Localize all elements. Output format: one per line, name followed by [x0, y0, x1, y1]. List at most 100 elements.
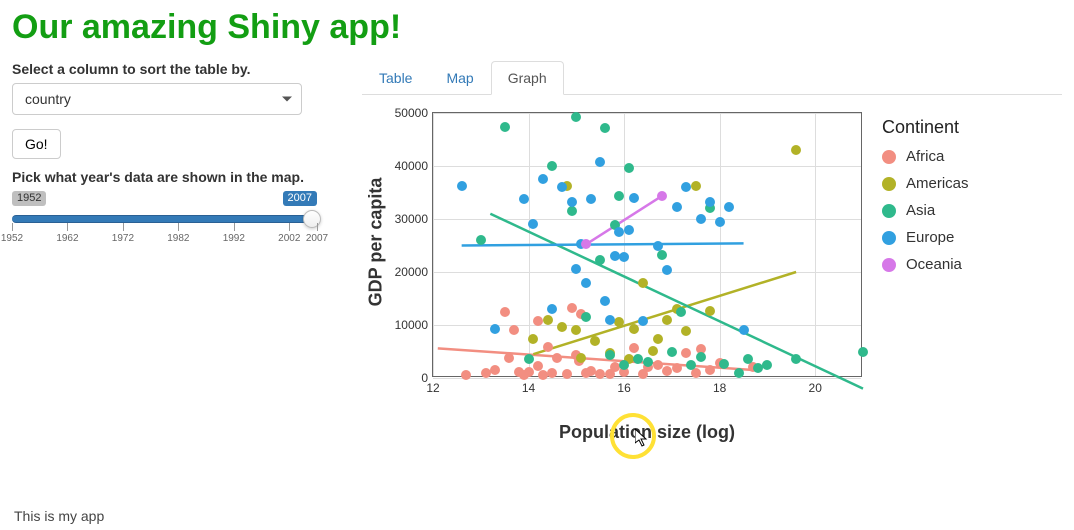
data-point[interactable] — [681, 326, 691, 336]
tab-graph[interactable]: Graph — [491, 61, 564, 95]
go-button[interactable]: Go! — [12, 129, 61, 159]
data-point[interactable] — [753, 363, 763, 373]
sort-select-value[interactable]: country — [12, 83, 302, 115]
data-point[interactable] — [696, 214, 706, 224]
data-point[interactable] — [567, 303, 577, 313]
data-point[interactable] — [719, 359, 729, 369]
data-point[interactable] — [705, 365, 715, 375]
data-point[interactable] — [504, 353, 514, 363]
data-point[interactable] — [653, 241, 663, 251]
data-point[interactable] — [538, 370, 548, 380]
data-point[interactable] — [619, 252, 629, 262]
data-point[interactable] — [672, 363, 682, 373]
data-point[interactable] — [743, 354, 753, 364]
data-point[interactable] — [543, 342, 553, 352]
data-point[interactable] — [547, 161, 557, 171]
data-point[interactable] — [595, 255, 605, 265]
data-point[interactable] — [715, 217, 725, 227]
data-point[interactable] — [457, 181, 467, 191]
data-point[interactable] — [500, 122, 510, 132]
data-point[interactable] — [691, 181, 701, 191]
data-point[interactable] — [791, 145, 801, 155]
data-point[interactable] — [643, 357, 653, 367]
data-point[interactable] — [686, 360, 696, 370]
data-point[interactable] — [595, 157, 605, 167]
data-point[interactable] — [571, 325, 581, 335]
data-point[interactable] — [667, 347, 677, 357]
data-point[interactable] — [500, 307, 510, 317]
data-point[interactable] — [605, 350, 615, 360]
data-point[interactable] — [672, 202, 682, 212]
slider-track[interactable] — [12, 215, 317, 223]
data-point[interactable] — [657, 191, 667, 201]
data-point[interactable] — [629, 193, 639, 203]
data-point[interactable] — [461, 370, 471, 380]
data-point[interactable] — [648, 346, 658, 356]
data-point[interactable] — [490, 365, 500, 375]
data-point[interactable] — [676, 307, 686, 317]
data-point[interactable] — [528, 219, 538, 229]
data-point[interactable] — [638, 316, 648, 326]
data-point[interactable] — [519, 194, 529, 204]
data-point[interactable] — [524, 367, 534, 377]
data-point[interactable] — [614, 191, 624, 201]
data-point[interactable] — [662, 265, 672, 275]
data-point[interactable] — [653, 334, 663, 344]
data-point[interactable] — [605, 315, 615, 325]
data-point[interactable] — [739, 325, 749, 335]
data-point[interactable] — [657, 250, 667, 260]
data-point[interactable] — [476, 235, 486, 245]
data-point[interactable] — [653, 360, 663, 370]
data-point[interactable] — [624, 163, 634, 173]
sort-select[interactable]: country — [12, 83, 302, 115]
data-point[interactable] — [590, 336, 600, 346]
data-point[interactable] — [538, 174, 548, 184]
data-point[interactable] — [662, 366, 672, 376]
data-point[interactable] — [586, 366, 596, 376]
data-point[interactable] — [705, 197, 715, 207]
data-point[interactable] — [557, 182, 567, 192]
data-point[interactable] — [624, 225, 634, 235]
data-point[interactable] — [571, 264, 581, 274]
data-point[interactable] — [681, 182, 691, 192]
data-point[interactable] — [629, 343, 639, 353]
data-point[interactable] — [614, 317, 624, 327]
data-point[interactable] — [581, 239, 591, 249]
data-point[interactable] — [571, 112, 581, 122]
data-point[interactable] — [791, 354, 801, 364]
data-point[interactable] — [576, 353, 586, 363]
data-point[interactable] — [858, 347, 868, 357]
data-point[interactable] — [552, 353, 562, 363]
scatter-plot[interactable]: 121416182001000020000300004000050000 — [432, 112, 862, 377]
data-point[interactable] — [662, 315, 672, 325]
data-point[interactable] — [557, 322, 567, 332]
data-point[interactable] — [528, 334, 538, 344]
data-point[interactable] — [547, 368, 557, 378]
data-point[interactable] — [524, 354, 534, 364]
data-point[interactable] — [543, 315, 553, 325]
data-point[interactable] — [638, 278, 648, 288]
data-point[interactable] — [581, 312, 591, 322]
data-point[interactable] — [705, 306, 715, 316]
data-point[interactable] — [547, 304, 557, 314]
data-point[interactable] — [600, 123, 610, 133]
data-point[interactable] — [633, 354, 643, 364]
data-point[interactable] — [586, 194, 596, 204]
data-point[interactable] — [619, 360, 629, 370]
data-point[interactable] — [734, 368, 744, 378]
data-point[interactable] — [481, 368, 491, 378]
data-point[interactable] — [762, 360, 772, 370]
data-point[interactable] — [629, 324, 639, 334]
tab-table[interactable]: Table — [362, 61, 429, 95]
data-point[interactable] — [681, 348, 691, 358]
data-point[interactable] — [567, 197, 577, 207]
tab-map[interactable]: Map — [429, 61, 490, 95]
data-point[interactable] — [562, 369, 572, 379]
data-point[interactable] — [509, 325, 519, 335]
data-point[interactable] — [610, 362, 620, 372]
data-point[interactable] — [600, 296, 610, 306]
data-point[interactable] — [581, 278, 591, 288]
data-point[interactable] — [696, 352, 706, 362]
data-point[interactable] — [533, 316, 543, 326]
data-point[interactable] — [490, 324, 500, 334]
